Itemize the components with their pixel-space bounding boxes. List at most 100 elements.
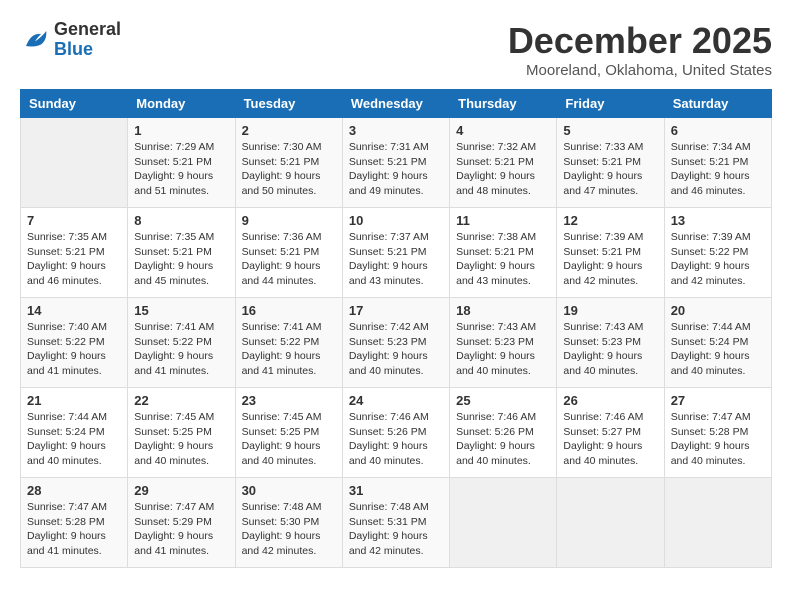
day-info: Sunrise: 7:32 AM Sunset: 5:21 PM Dayligh… <box>456 140 550 199</box>
day-info: Sunrise: 7:31 AM Sunset: 5:21 PM Dayligh… <box>349 140 443 199</box>
day-info: Sunrise: 7:41 AM Sunset: 5:22 PM Dayligh… <box>134 320 228 379</box>
day-info: Sunrise: 7:34 AM Sunset: 5:21 PM Dayligh… <box>671 140 765 199</box>
day-info: Sunrise: 7:41 AM Sunset: 5:22 PM Dayligh… <box>242 320 336 379</box>
day-number: 18 <box>456 303 550 318</box>
calendar-cell: 2Sunrise: 7:30 AM Sunset: 5:21 PM Daylig… <box>235 118 342 208</box>
day-number: 6 <box>671 123 765 138</box>
calendar-cell: 4 Sunrise: 7:32 AM Sunset: 5:21 PM Daylig… <box>450 118 557 208</box>
logo-text: General Blue <box>54 20 121 60</box>
day-number: 24 <box>349 393 443 408</box>
calendar-body: 1Sunrise: 7:29 AM Sunset: 5:21 PM Daylig… <box>21 118 772 568</box>
day-info: Sunrise: 7:35 AM Sunset: 5:21 PM Dayligh… <box>27 230 121 289</box>
day-info: Sunrise: 7:46 AM Sunset: 5:27 PM Dayligh… <box>563 410 657 469</box>
calendar-cell: 23 Sunrise: 7:45 AM Sunset: 5:25 PM Dayli… <box>235 388 342 478</box>
calendar-cell: 5 Sunrise: 7:33 AM Sunset: 5:21 PM Daylig… <box>557 118 664 208</box>
calendar-cell: 11Sunrise: 7:38 AM Sunset: 5:21 PM Dayli… <box>450 208 557 298</box>
calendar-cell: 10 Sunrise: 7:37 AM Sunset: 5:21 PM Dayli… <box>342 208 449 298</box>
day-number: 21 <box>27 393 121 408</box>
calendar-cell: 30 Sunrise: 7:48 AM Sunset: 5:30 PM Dayli… <box>235 478 342 568</box>
header-day: Thursday <box>450 90 557 118</box>
calendar-cell: 18 Sunrise: 7:43 AM Sunset: 5:23 PM Dayli… <box>450 298 557 388</box>
day-info: Sunrise: 7:47 AM Sunset: 5:28 PM Dayligh… <box>27 500 121 559</box>
day-number: 27 <box>671 393 765 408</box>
day-number: 13 <box>671 213 765 228</box>
day-number: 2 <box>242 123 336 138</box>
day-info: Sunrise: 7:44 AM Sunset: 5:24 PM Dayligh… <box>671 320 765 379</box>
day-info: Sunrise: 7:43 AM Sunset: 5:23 PM Dayligh… <box>563 320 657 379</box>
calendar-cell: 29Sunrise: 7:47 AM Sunset: 5:29 PM Dayli… <box>128 478 235 568</box>
day-info: Sunrise: 7:45 AM Sunset: 5:25 PM Dayligh… <box>242 410 336 469</box>
calendar-cell: 15 Sunrise: 7:41 AM Sunset: 5:22 PM Dayli… <box>128 298 235 388</box>
day-info: Sunrise: 7:47 AM Sunset: 5:28 PM Dayligh… <box>671 410 765 469</box>
calendar-title: December 2025 <box>508 20 772 62</box>
calendar-cell: 20Sunrise: 7:44 AM Sunset: 5:24 PM Dayli… <box>664 298 771 388</box>
day-number: 4 <box>456 123 550 138</box>
day-info: Sunrise: 7:39 AM Sunset: 5:22 PM Dayligh… <box>671 230 765 289</box>
day-number: 26 <box>563 393 657 408</box>
calendar-table: SundayMondayTuesdayWednesdayThursdayFrid… <box>20 89 772 568</box>
calendar-cell: 7 Sunrise: 7:35 AM Sunset: 5:21 PM Daylig… <box>21 208 128 298</box>
day-info: Sunrise: 7:45 AM Sunset: 5:25 PM Dayligh… <box>134 410 228 469</box>
calendar-cell: 21 Sunrise: 7:44 AM Sunset: 5:24 PM Dayli… <box>21 388 128 478</box>
day-info: Sunrise: 7:38 AM Sunset: 5:21 PM Dayligh… <box>456 230 550 289</box>
day-info: Sunrise: 7:43 AM Sunset: 5:23 PM Dayligh… <box>456 320 550 379</box>
day-number: 7 <box>27 213 121 228</box>
day-info: Sunrise: 7:37 AM Sunset: 5:21 PM Dayligh… <box>349 230 443 289</box>
calendar-week-row: 14 Sunrise: 7:40 AM Sunset: 5:22 PM Dayli… <box>21 298 772 388</box>
header-day: Sunday <box>21 90 128 118</box>
calendar-cell: 12Sunrise: 7:39 AM Sunset: 5:21 PM Dayli… <box>557 208 664 298</box>
day-info: Sunrise: 7:48 AM Sunset: 5:31 PM Dayligh… <box>349 500 443 559</box>
calendar-cell <box>21 118 128 208</box>
calendar-cell <box>664 478 771 568</box>
day-info: Sunrise: 7:47 AM Sunset: 5:29 PM Dayligh… <box>134 500 228 559</box>
calendar-week-row: 1Sunrise: 7:29 AM Sunset: 5:21 PM Daylig… <box>21 118 772 208</box>
calendar-week-row: 7 Sunrise: 7:35 AM Sunset: 5:21 PM Daylig… <box>21 208 772 298</box>
calendar-cell: 17 Sunrise: 7:42 AM Sunset: 5:23 PM Dayli… <box>342 298 449 388</box>
day-info: Sunrise: 7:42 AM Sunset: 5:23 PM Dayligh… <box>349 320 443 379</box>
calendar-cell: 6 Sunrise: 7:34 AM Sunset: 5:21 PM Daylig… <box>664 118 771 208</box>
header-day: Monday <box>128 90 235 118</box>
calendar-cell: 8 Sunrise: 7:35 AM Sunset: 5:21 PM Daylig… <box>128 208 235 298</box>
calendar-week-row: 28 Sunrise: 7:47 AM Sunset: 5:28 PM Dayli… <box>21 478 772 568</box>
calendar-cell: 16 Sunrise: 7:41 AM Sunset: 5:22 PM Dayli… <box>235 298 342 388</box>
day-number: 28 <box>27 483 121 498</box>
logo: General Blue <box>20 20 121 60</box>
day-info: Sunrise: 7:36 AM Sunset: 5:21 PM Dayligh… <box>242 230 336 289</box>
title-area: December 2025 Mooreland, Oklahoma, Unite… <box>508 20 772 79</box>
calendar-cell: 27 Sunrise: 7:47 AM Sunset: 5:28 PM Dayli… <box>664 388 771 478</box>
header-day: Saturday <box>664 90 771 118</box>
day-number: 17 <box>349 303 443 318</box>
day-info: Sunrise: 7:44 AM Sunset: 5:24 PM Dayligh… <box>27 410 121 469</box>
day-number: 23 <box>242 393 336 408</box>
day-number: 5 <box>563 123 657 138</box>
day-info: Sunrise: 7:48 AM Sunset: 5:30 PM Dayligh… <box>242 500 336 559</box>
day-number: 30 <box>242 483 336 498</box>
day-number: 16 <box>242 303 336 318</box>
day-info: Sunrise: 7:33 AM Sunset: 5:21 PM Dayligh… <box>563 140 657 199</box>
day-number: 31 <box>349 483 443 498</box>
calendar-cell: 25Sunrise: 7:46 AM Sunset: 5:26 PM Dayli… <box>450 388 557 478</box>
day-info: Sunrise: 7:40 AM Sunset: 5:22 PM Dayligh… <box>27 320 121 379</box>
day-number: 9 <box>242 213 336 228</box>
day-number: 15 <box>134 303 228 318</box>
calendar-cell: 19 Sunrise: 7:43 AM Sunset: 5:23 PM Dayli… <box>557 298 664 388</box>
calendar-cell: 14 Sunrise: 7:40 AM Sunset: 5:22 PM Dayli… <box>21 298 128 388</box>
day-info: Sunrise: 7:29 AM Sunset: 5:21 PM Dayligh… <box>134 140 228 199</box>
calendar-cell: 22 Sunrise: 7:45 AM Sunset: 5:25 PM Dayli… <box>128 388 235 478</box>
day-number: 8 <box>134 213 228 228</box>
day-number: 10 <box>349 213 443 228</box>
day-number: 14 <box>27 303 121 318</box>
calendar-cell: 28 Sunrise: 7:47 AM Sunset: 5:28 PM Dayli… <box>21 478 128 568</box>
day-number: 19 <box>563 303 657 318</box>
day-number: 25 <box>456 393 550 408</box>
calendar-cell: 13 Sunrise: 7:39 AM Sunset: 5:22 PM Dayli… <box>664 208 771 298</box>
calendar-cell: 1Sunrise: 7:29 AM Sunset: 5:21 PM Daylig… <box>128 118 235 208</box>
logo-icon <box>20 25 50 55</box>
day-info: Sunrise: 7:46 AM Sunset: 5:26 PM Dayligh… <box>349 410 443 469</box>
calendar-cell: 31 Sunrise: 7:48 AM Sunset: 5:31 PM Dayli… <box>342 478 449 568</box>
header-day: Tuesday <box>235 90 342 118</box>
calendar-cell: 3Sunrise: 7:31 AM Sunset: 5:21 PM Daylig… <box>342 118 449 208</box>
day-number: 22 <box>134 393 228 408</box>
calendar-cell <box>450 478 557 568</box>
day-info: Sunrise: 7:35 AM Sunset: 5:21 PM Dayligh… <box>134 230 228 289</box>
